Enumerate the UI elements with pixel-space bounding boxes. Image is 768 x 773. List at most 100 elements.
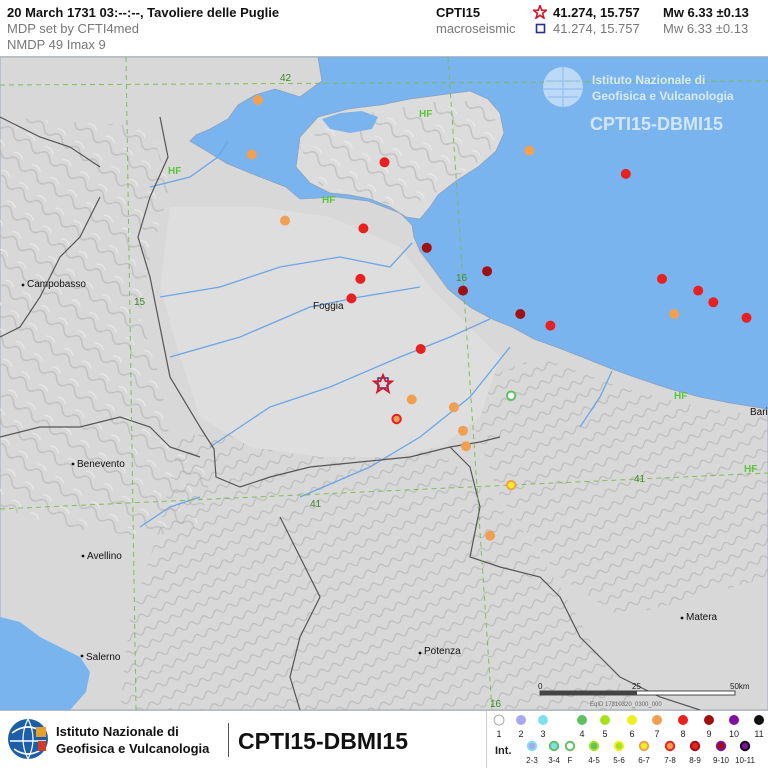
intensity-legend: 1 2 3 4 5 6 7 8 9 10 11 2-3 3-4 F 4-5 5-6 6-7 7-8 8-9 9-10 1… — [486, 711, 768, 768]
observation-point[interactable] — [458, 425, 468, 436]
event-title: 20 March 1731 03:--:--, Tavoliere delle … — [7, 5, 280, 20]
watermark-institute-line2: Geofisica e Vulcanologia — [592, 89, 734, 103]
observation-point[interactable] — [252, 95, 263, 105]
legend-label-11: 11 — [754, 729, 763, 739]
legend-swatch-6 — [627, 715, 637, 725]
city-dot-salerno — [80, 654, 84, 658]
footer-database-name: CPTI15-DBMI15 — [238, 728, 408, 754]
city-dot-avellino — [81, 554, 85, 558]
hf-label: HF — [744, 464, 757, 475]
legend-swatch-11 — [754, 715, 764, 725]
observation-point[interactable] — [506, 390, 517, 401]
legend-int-label: Int. — [495, 745, 512, 757]
legend-swatch-8 — [678, 715, 688, 725]
legend-swatch-3-4 — [548, 740, 560, 752]
observation-point[interactable] — [545, 320, 556, 331]
legend-swatch-1 — [493, 714, 505, 726]
lat-label-41: 41 — [634, 474, 646, 485]
legend-swatch-2 — [516, 715, 526, 725]
legend-label-4: 4 — [579, 729, 584, 739]
observation-point[interactable] — [461, 441, 471, 452]
legend-label-10-11: 10-11 — [735, 756, 755, 765]
legend-swatch-2-3 — [526, 740, 538, 752]
city-label-potenza: Potenza — [424, 646, 461, 657]
city-dot-benevento — [71, 462, 75, 466]
info-header: 20 March 1731 03:--:--, Tavoliere delle … — [0, 0, 768, 57]
legend-label-2-3: 2-3 — [526, 756, 538, 765]
scale-end: 50km — [730, 682, 750, 691]
footer-institute-line1: Istituto Nazionale di — [56, 724, 179, 739]
observation-point[interactable] — [620, 168, 631, 179]
mdp-set-label: MDP set by CFTI4med — [7, 21, 139, 36]
legend-label-2: 2 — [518, 729, 523, 739]
lat-label-41-west: 41 — [310, 499, 322, 510]
observation-point[interactable] — [448, 402, 459, 413]
lon-label-16-south: 16 — [490, 699, 502, 710]
legend-label-8: 8 — [680, 729, 685, 739]
legend-swatch-4-5 — [588, 740, 600, 752]
legend-label-6-7: 6-7 — [638, 756, 650, 765]
nmdp-imax-label: NMDP 49 Imax 9 — [7, 37, 106, 52]
legend-swatch-6-7 — [638, 740, 650, 752]
observation-point[interactable] — [693, 285, 704, 296]
observation-point[interactable] — [482, 266, 493, 277]
city-label-avellino: Avellino — [87, 551, 122, 562]
legend-label-3: 3 — [540, 729, 545, 739]
observation-point[interactable] — [524, 145, 535, 156]
city-label-matera: Matera — [686, 612, 718, 623]
observation-point[interactable] — [669, 309, 680, 319]
legend-label-9-10: 9-10 — [713, 756, 730, 765]
observation-point[interactable] — [506, 479, 517, 491]
macroseismic-coords: 41.274, 15.757 — [553, 21, 640, 36]
city-dot-campobasso — [21, 283, 25, 287]
observation-point[interactable] — [358, 223, 369, 234]
epicenter-star-icon — [533, 5, 547, 19]
observation-point[interactable] — [246, 149, 257, 160]
city-dot-potenza — [418, 651, 422, 655]
observation-point[interactable] — [346, 293, 357, 304]
observation-point[interactable] — [485, 530, 496, 541]
legend-label-10: 10 — [729, 729, 739, 739]
map-canvas[interactable]: 42 41 41 15 16 16 HF HF HF HF HF Istitut… — [0, 57, 768, 710]
catalogue-label: CPTI15 — [436, 5, 481, 20]
ingv-logo-icon — [8, 718, 48, 760]
hf-label: HF — [168, 166, 181, 177]
observation-point[interactable] — [708, 297, 719, 308]
legend-symbols: 1 2 3 4 5 6 7 8 9 10 11 2-3 3-4 F 4-5 5-6 6-7 7-8 8-9 9-10 1… — [493, 714, 764, 765]
city-label-foggia: Foggia — [313, 301, 344, 312]
magnitude-label: Mw 6.33 ±0.13 — [663, 5, 749, 20]
observation-point[interactable] — [406, 394, 417, 405]
observation-point[interactable] — [741, 312, 752, 323]
lon-label-16: 16 — [456, 273, 468, 284]
hf-label: HF — [674, 391, 687, 402]
observation-point[interactable] — [657, 273, 667, 284]
legend-label-7-8: 7-8 — [664, 756, 676, 765]
map-viewer: 20 March 1731 03:--:--, Tavoliere delle … — [0, 0, 768, 769]
legend-label-F: F — [568, 756, 573, 765]
method-label: macroseismic — [436, 21, 516, 36]
city-dot-matera — [680, 616, 684, 620]
legend-label-4-5: 4-5 — [588, 756, 600, 765]
legend-swatch-4 — [577, 715, 587, 725]
observation-point[interactable] — [515, 309, 526, 319]
legend-label-9: 9 — [706, 729, 711, 739]
legend-swatch-10 — [729, 715, 739, 725]
epicenter-coords: 41.274, 15.757 — [553, 5, 640, 20]
observation-point[interactable] — [355, 273, 366, 284]
legend-label-8-9: 8-9 — [689, 756, 701, 765]
hf-label: HF — [322, 195, 335, 206]
city-label-bari: Bari — [750, 407, 768, 418]
observation-point[interactable] — [421, 242, 432, 253]
observation-point[interactable] — [280, 215, 290, 226]
legend-label-1: 1 — [496, 729, 501, 739]
legend-swatch-F — [564, 740, 576, 752]
watermark-database: CPTI15-DBMI15 — [590, 114, 723, 134]
observation-point[interactable] — [415, 344, 426, 354]
event-id: EqID 17310320_0300_000 — [590, 702, 662, 708]
observation-point[interactable] — [391, 413, 402, 425]
scale-start: 0 — [538, 682, 543, 691]
observation-point[interactable] — [379, 157, 390, 168]
observation-point[interactable] — [458, 285, 468, 296]
map-panel[interactable]: 42 41 41 15 16 16 HF HF HF HF HF Istitut… — [0, 57, 768, 710]
legend-label-5-6: 5-6 — [613, 756, 625, 765]
